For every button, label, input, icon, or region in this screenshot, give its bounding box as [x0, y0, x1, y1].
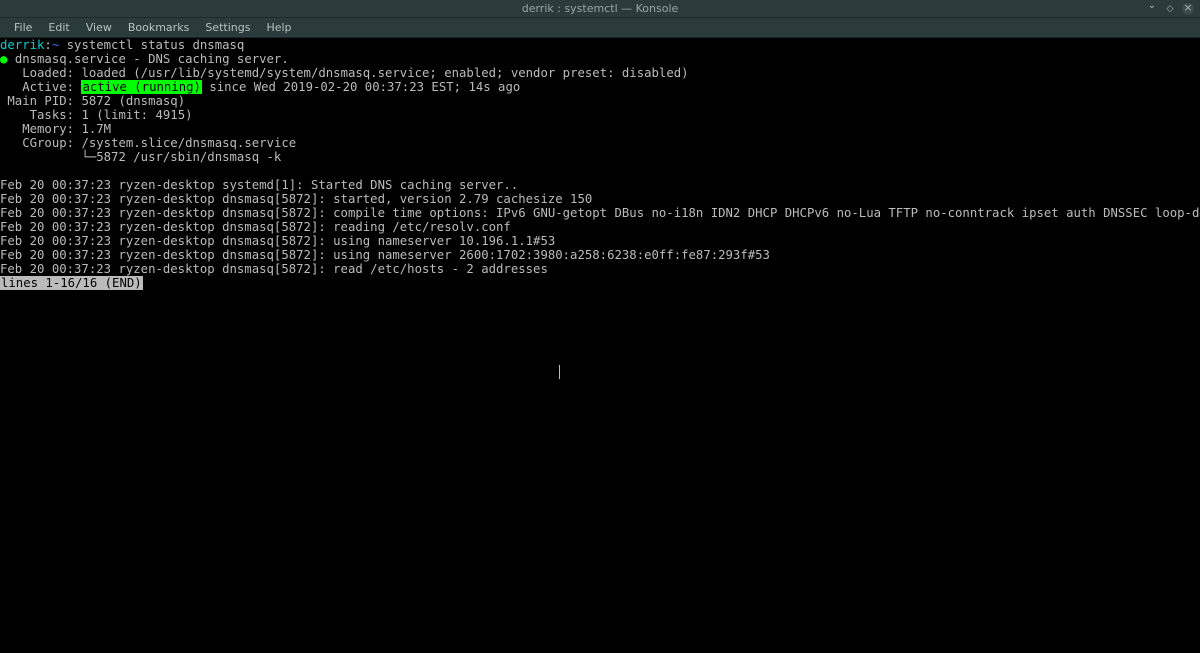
- cgroup-label: CGroup:: [22, 136, 74, 150]
- prompt-separator: :: [44, 38, 51, 52]
- prompt-user: derrik: [0, 38, 44, 52]
- mainpid-value: 5872 (dnsmasq): [81, 94, 185, 108]
- log-line: Feb 20 00:37:23 ryzen-desktop dnsmasq[58…: [0, 234, 555, 248]
- minimize-icon[interactable]: [1146, 3, 1158, 15]
- active-state: active (running): [81, 80, 201, 94]
- loaded-label: Loaded:: [22, 66, 74, 80]
- loaded-value: loaded (/usr/lib/systemd/system/dnsmasq.…: [81, 66, 688, 80]
- active-label: Active:: [22, 80, 74, 94]
- unit-name: dnsmasq.service - DNS caching server.: [15, 52, 289, 66]
- prompt-path: ~: [52, 38, 59, 52]
- log-line: Feb 20 00:37:23 ryzen-desktop dnsmasq[58…: [0, 248, 770, 262]
- log-line: Feb 20 00:37:23 ryzen-desktop dnsmasq[58…: [0, 206, 1200, 220]
- memory-value: 1.7M: [81, 122, 111, 136]
- log-line: Feb 20 00:37:23 ryzen-desktop dnsmasq[58…: [0, 262, 548, 276]
- menu-edit[interactable]: Edit: [40, 19, 77, 36]
- tasks-value: 1 (limit: 4915): [81, 108, 192, 122]
- cgroup-value: /system.slice/dnsmasq.service: [81, 136, 296, 150]
- menu-settings[interactable]: Settings: [197, 19, 258, 36]
- text-cursor-icon: [559, 365, 560, 379]
- window-title: derrik : systemctl — Konsole: [522, 2, 679, 15]
- log-line: Feb 20 00:37:23 ryzen-desktop dnsmasq[58…: [0, 192, 592, 206]
- menu-view[interactable]: View: [78, 19, 120, 36]
- menubar: File Edit View Bookmarks Settings Help: [0, 18, 1200, 38]
- mainpid-label: Main PID:: [7, 94, 74, 108]
- menu-file[interactable]: File: [6, 19, 40, 36]
- close-icon[interactable]: [1182, 3, 1194, 15]
- prompt-command: systemctl status dnsmasq: [67, 38, 245, 52]
- pager-status: lines 1-16/16 (END): [0, 276, 143, 290]
- maximize-icon[interactable]: [1164, 3, 1176, 15]
- window-controls: [1146, 3, 1194, 15]
- terminal-viewport[interactable]: derrik:~ systemctl status dnsmasq ● dnsm…: [0, 38, 1200, 653]
- active-since: since Wed 2019-02-20 00:37:23 EST; 14s a…: [202, 80, 520, 94]
- memory-label: Memory:: [22, 122, 74, 136]
- log-line: Feb 20 00:37:23 ryzen-desktop systemd[1]…: [0, 178, 518, 192]
- menu-help[interactable]: Help: [258, 19, 299, 36]
- menu-bookmarks[interactable]: Bookmarks: [120, 19, 197, 36]
- cgroup-tree: └─5872 /usr/sbin/dnsmasq -k: [81, 150, 281, 164]
- status-bullet-icon: ●: [0, 52, 7, 66]
- tasks-label: Tasks:: [30, 108, 74, 122]
- log-line: Feb 20 00:37:23 ryzen-desktop dnsmasq[58…: [0, 220, 511, 234]
- window-titlebar: derrik : systemctl — Konsole: [0, 0, 1200, 18]
